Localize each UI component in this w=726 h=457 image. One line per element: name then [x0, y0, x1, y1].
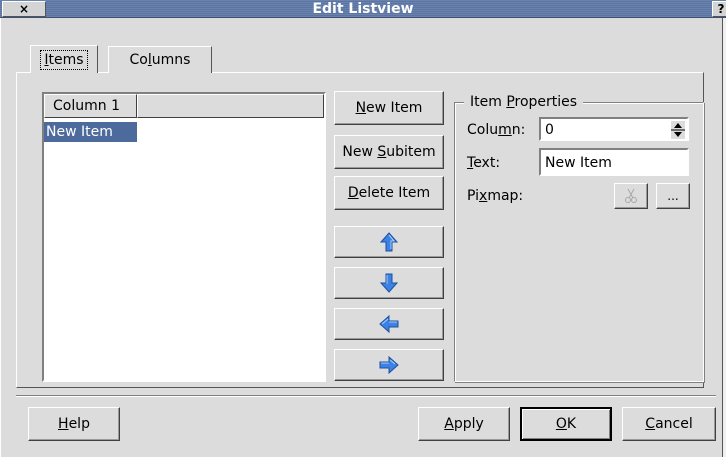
tab-columns-label: Columns [129, 52, 191, 68]
close-button[interactable]: × [2, 1, 46, 17]
new-item-label: New Item [355, 100, 423, 116]
window-right-border [722, 18, 726, 457]
column-value: 0 [545, 122, 554, 138]
column-spinbox[interactable]: 0 [539, 117, 689, 141]
close-icon: × [18, 2, 30, 16]
items-listview[interactable]: Column 1 New Item [42, 92, 326, 382]
window-title: Edit Listview [312, 1, 414, 17]
apply-button[interactable]: Apply [418, 407, 510, 441]
delete-pixmap-button[interactable] [614, 183, 648, 209]
arrow-right-icon [379, 355, 399, 375]
text-label: Text: [467, 155, 501, 171]
whats-this-button[interactable]: ? [712, 1, 726, 17]
list-item[interactable]: New Item [44, 122, 137, 142]
tab-items-label: Items [40, 49, 88, 70]
scissors-icon [625, 188, 637, 203]
move-down-button[interactable] [334, 267, 444, 299]
help-button[interactable]: Help [28, 407, 120, 441]
new-subitem-button[interactable]: New Subitem [334, 135, 444, 169]
apply-label: Apply [444, 416, 484, 432]
move-left-button[interactable] [334, 308, 444, 340]
text-value: New Item [545, 155, 612, 171]
tab-items[interactable]: Items [30, 45, 98, 73]
window-left-border [0, 18, 2, 457]
help-icon: ? [717, 2, 725, 16]
tab-active-join [31, 72, 97, 74]
tab-columns[interactable]: Columns [108, 46, 212, 73]
column-header[interactable]: Column 1 [44, 94, 137, 118]
arrow-up-icon [379, 232, 399, 252]
delete-item-button[interactable]: Delete Item [334, 176, 444, 210]
cancel-button[interactable]: Cancel [622, 407, 716, 441]
spin-arrows-icon[interactable] [671, 121, 685, 139]
pixmap-label: Pixmap: [467, 188, 524, 204]
choose-pixmap-button[interactable]: ... [656, 183, 690, 209]
item-properties-title: Item Properties [464, 93, 584, 111]
help-label: Help [58, 416, 90, 432]
new-subitem-label: New Subitem [342, 144, 436, 160]
column-label: Column: [467, 122, 526, 138]
text-input[interactable]: New Item [539, 148, 689, 176]
new-item-button[interactable]: New Item [334, 91, 444, 125]
arrow-down-icon [379, 273, 399, 293]
column-header-filler [137, 94, 324, 118]
cancel-label: Cancel [645, 416, 693, 432]
item-properties-group [454, 102, 704, 382]
browse-label: ... [667, 189, 679, 203]
ok-button[interactable]: OK [520, 407, 612, 441]
ok-label: OK [555, 416, 577, 432]
separator [16, 395, 716, 397]
delete-item-label: Delete Item [347, 185, 431, 201]
move-up-button[interactable] [334, 226, 444, 258]
listview-header: Column 1 [44, 94, 324, 118]
move-right-button[interactable] [334, 349, 444, 381]
arrow-left-icon [379, 314, 399, 334]
title-bar[interactable]: Edit Listview × ? [0, 0, 726, 18]
